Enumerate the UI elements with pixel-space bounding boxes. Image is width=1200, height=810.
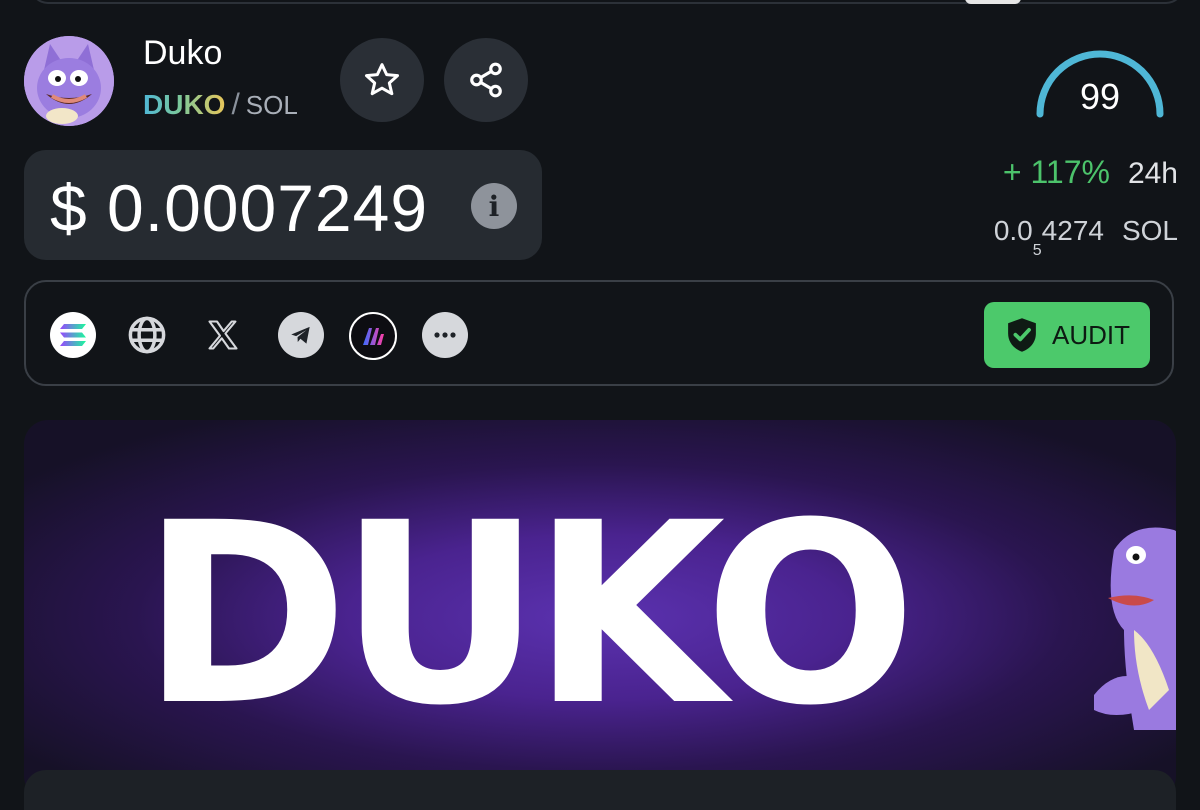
sol-price-row: 0.054274 SOL xyxy=(993,215,1178,259)
sol-price-digits: 4274 xyxy=(1041,215,1104,246)
solana-icon[interactable] xyxy=(50,312,96,358)
score-value: 99 xyxy=(1079,76,1121,117)
share-button[interactable] xyxy=(444,38,528,122)
sol-unit: SOL xyxy=(1121,215,1178,246)
token-avatar xyxy=(24,36,114,126)
token-name: Duko xyxy=(143,34,223,72)
globe-icon[interactable] xyxy=(124,312,170,358)
info-icon[interactable]: i xyxy=(471,183,517,229)
audit-button[interactable]: AUDIT xyxy=(984,302,1150,368)
links-bar: AUDIT xyxy=(24,280,1174,386)
telegram-icon[interactable] xyxy=(278,312,324,358)
price-change-value: + 117% xyxy=(1002,154,1110,190)
price-change-row: + 117% 24h xyxy=(1003,154,1178,191)
price-card: $ 0.0007249 i xyxy=(24,150,542,260)
token-pair: DUKO / SOL xyxy=(143,88,298,122)
audit-label: AUDIT xyxy=(1052,319,1130,350)
banner-logo-text: DUKO xyxy=(141,469,917,760)
quote-currency: SOL xyxy=(245,90,298,120)
sol-price-prefix: 0.0 xyxy=(993,215,1033,246)
share-icon xyxy=(470,62,502,98)
favorite-button[interactable] xyxy=(340,38,424,122)
x-icon[interactable] xyxy=(200,312,246,358)
usd-price: $ 0.0007249 xyxy=(50,171,429,245)
more-icon[interactable] xyxy=(422,312,468,358)
price-change-period: 24h xyxy=(1127,157,1178,190)
shield-check-icon xyxy=(1008,318,1036,352)
mascot-illustration xyxy=(1094,527,1176,730)
pair-separator: / xyxy=(231,88,240,121)
token-banner: DUKO xyxy=(24,420,1176,800)
sol-price: 0.054274 xyxy=(993,215,1104,259)
next-panel-edge xyxy=(24,770,1176,810)
token-ticker: DUKO xyxy=(143,89,226,120)
sol-zero-count: 5 xyxy=(1032,241,1042,259)
dexscreener-icon[interactable] xyxy=(349,312,397,360)
star-icon xyxy=(365,63,399,96)
scroll-handle[interactable] xyxy=(965,0,1021,4)
